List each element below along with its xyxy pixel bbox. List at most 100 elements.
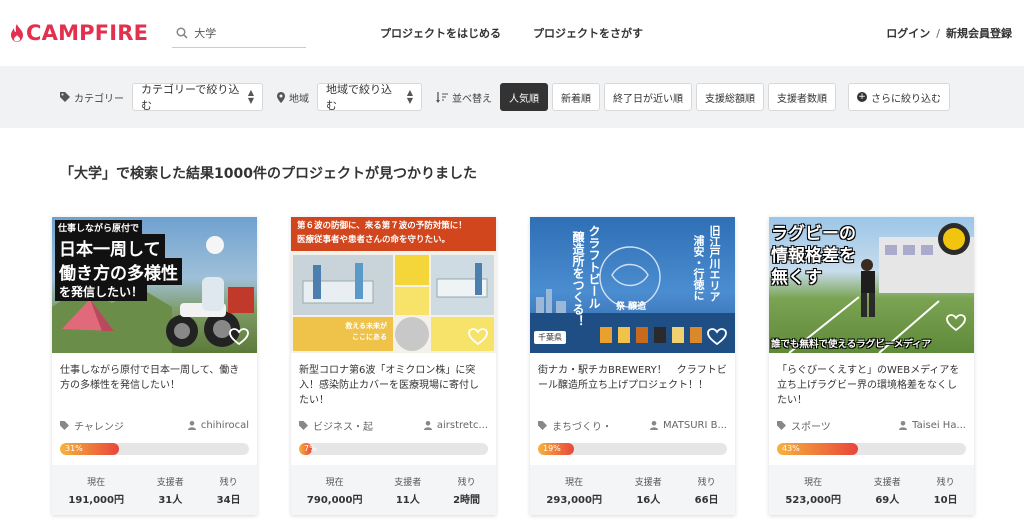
tag-icon [299, 420, 308, 430]
category-filter-label: カテゴリー [60, 90, 124, 105]
stat-current-amount: 現在 523,000円 [785, 475, 841, 506]
owner-text: airstretc... [436, 419, 488, 431]
project-category[interactable]: まちづくり・ [538, 418, 612, 433]
thumbnail-tile [395, 317, 429, 351]
favorite-heart-icon[interactable] [229, 327, 249, 347]
thumbnail-caption: 救える未来が [345, 322, 387, 330]
flame-icon [11, 24, 23, 42]
search-input[interactable] [194, 26, 295, 39]
sort-popular[interactable]: 人気順 [500, 83, 548, 111]
tag-icon [777, 420, 786, 430]
stat-value: 69人 [875, 494, 900, 506]
tag-icon [60, 92, 70, 102]
select-caret-icon: ▲ ▼ [247, 88, 254, 105]
project-card[interactable]: 第６波の防御に、来る第７波の予防対策に！ 医療従事者や患者さんの命を守りたい。 … [291, 217, 496, 515]
project-stats: 現在 191,000円 支援者 31人 残り 34日 [52, 465, 257, 515]
project-title[interactable]: 新型コロナ第6波「オミクロン株」に突入！感染防止カバーを医療現場に寄付したい！ [291, 353, 496, 411]
project-title[interactable]: 「らぐびーくえすと」のWEBメディアを立ち上げラグビー界の環境格差をなくしたい！ [769, 353, 974, 411]
favorite-heart-icon[interactable] [468, 327, 488, 347]
stat-supporters: 支援者 11人 [394, 475, 421, 506]
search-box[interactable] [172, 18, 307, 48]
project-category[interactable]: ビジネス・起 [299, 418, 373, 433]
project-meta: チャレンジ chihirocal [52, 417, 257, 433]
thumbnail-photo [431, 255, 494, 315]
stat-remaining: 残り 34日 [217, 475, 241, 506]
sort-icon [436, 91, 448, 103]
category-select-value: カテゴリーで絞り込む [141, 83, 240, 112]
category-select[interactable]: カテゴリーで絞り込む ▲ ▼ [132, 83, 263, 112]
project-stats: 現在 523,000円 支援者 69人 残り 10日 [769, 465, 974, 515]
stat-value: 790,000円 [306, 494, 363, 506]
sort-newest[interactable]: 新着順 [552, 83, 600, 111]
project-card[interactable]: 醸造所をつくる！ クラフトビール 旧江戸川エリア 浦安・行徳に 祭 醸造 千葉県… [530, 217, 735, 515]
project-card[interactable]: ラグビーの 情報格差を 無くす 誰でも無料で使えるラグビーメディア 「らぐびーく… [769, 217, 974, 515]
sort-label: 並べ替え [436, 90, 492, 105]
campfire-logo[interactable]: CAMPFIRE [10, 21, 148, 45]
user-icon [423, 420, 432, 430]
stat-current-amount: 現在 191,000円 [68, 475, 124, 506]
thumbnail-caption: 働き方の多様性 [55, 258, 182, 285]
location-badge-text: 千葉県 [538, 333, 562, 342]
user-icon [650, 420, 659, 430]
project-thumbnail[interactable]: ラグビーの 情報格差を 無くす 誰でも無料で使えるラグビーメディア [769, 217, 974, 353]
project-stats: 現在 790,000円 支援者 11人 残り 2時間 [291, 465, 496, 515]
more-filters-button[interactable]: + さらに絞り込む [848, 83, 950, 111]
nav-find-project[interactable]: プロジェクトをさがす [533, 25, 643, 41]
thumbnail-banner: 第６波の防御に、来る第７波の予防対策に！ 医療従事者や患者さんの命を守りたい。 [291, 217, 496, 251]
category-label-text: カテゴリー [74, 93, 124, 105]
signup-link[interactable]: 新規会員登録 [946, 25, 1012, 41]
project-card[interactable]: 仕事しながら原付で 日本一周して 働き方の多様性 を発信したい！ 仕事しながら原… [52, 217, 257, 515]
thumbnail-caption: 無くす [771, 268, 822, 288]
project-owner[interactable]: chihirocal [187, 420, 249, 431]
project-meta: まちづくり・ MATSURI B... [530, 417, 735, 433]
thumbnail-tile [395, 255, 429, 285]
auth-separator: / [936, 26, 940, 40]
funding-progress-bar: 19% [538, 443, 727, 455]
location-badge: 千葉県 [534, 331, 566, 344]
login-link[interactable]: ログイン [886, 25, 930, 41]
sort-ending-soon[interactable]: 終了日が近い順 [604, 83, 692, 111]
project-title[interactable]: 仕事しながら原付で日本一周して、働き方の多様性を発信したい！ [52, 353, 257, 411]
favorite-heart-icon[interactable] [946, 313, 966, 333]
project-owner[interactable]: Taisei Ha... [899, 420, 966, 431]
location-pin-icon [277, 91, 285, 103]
stat-remaining: 残り 10日 [934, 475, 958, 506]
project-category[interactable]: チャレンジ [60, 418, 124, 433]
stat-label: 残り [457, 477, 476, 488]
project-meta: スポーツ Taisei Ha... [769, 417, 974, 433]
stat-current-amount: 現在 293,000円 [546, 475, 602, 506]
project-thumbnail[interactable]: 仕事しながら原付で 日本一周して 働き方の多様性 を発信したい！ [52, 217, 257, 353]
stat-value: 2時間 [453, 494, 481, 506]
sort-total-amount[interactable]: 支援総額順 [696, 83, 764, 111]
stat-value: 191,000円 [68, 494, 124, 506]
user-icon [187, 420, 196, 430]
category-text: まちづくり・ [552, 421, 612, 433]
tag-icon [538, 420, 547, 430]
project-owner[interactable]: airstretc... [423, 419, 488, 431]
sort-supporters[interactable]: 支援者数順 [768, 83, 836, 111]
stat-remaining: 残り 66日 [695, 475, 719, 506]
thumbnail-caption: 旧江戸川エリア [708, 225, 721, 302]
project-owner[interactable]: MATSURI B... [650, 420, 727, 431]
project-thumbnail[interactable]: 醸造所をつくる！ クラフトビール 旧江戸川エリア 浦安・行徳に 祭 醸造 千葉県 [530, 217, 735, 353]
stat-value: 16人 [636, 494, 661, 506]
thumbnail-caption: 日本一周して [55, 234, 165, 261]
favorite-heart-icon[interactable] [707, 327, 727, 347]
logo-text: CAMPFIRE [26, 21, 149, 45]
thumbnail-tile [395, 287, 429, 315]
site-header: CAMPFIRE プロジェクトをはじめる プロジェクトをさがす ログイン / 新… [0, 0, 1024, 66]
area-select[interactable]: 地域で絞り込む ▲ ▼ [317, 83, 422, 112]
stat-value: 31人 [158, 494, 183, 506]
owner-text: Taisei Ha... [912, 419, 966, 431]
thumbnail-caption: 醸造所をつくる！ [571, 231, 585, 327]
project-thumbnail[interactable]: 第６波の防御に、来る第７波の予防対策に！ 医療従事者や患者さんの命を守りたい。 … [291, 217, 496, 353]
stat-supporters: 支援者 69人 [874, 475, 901, 506]
area-filter-label: 地域 [277, 90, 309, 105]
more-filters-label: さらに絞り込む [871, 93, 941, 105]
stat-label: 現在 [565, 477, 584, 488]
nav-start-project[interactable]: プロジェクトをはじめる [380, 25, 501, 41]
thumbnail-caption: 第６波の防御に、来る第７波の予防対策に！ [297, 221, 467, 231]
project-category[interactable]: スポーツ [777, 418, 831, 433]
thumbnail-caption: 祭 醸造 [616, 302, 647, 312]
project-title[interactable]: 街ナカ・駅チカBREWERY！ クラフトビール醸造所立ち上げプロジェクト！！ [530, 353, 735, 411]
